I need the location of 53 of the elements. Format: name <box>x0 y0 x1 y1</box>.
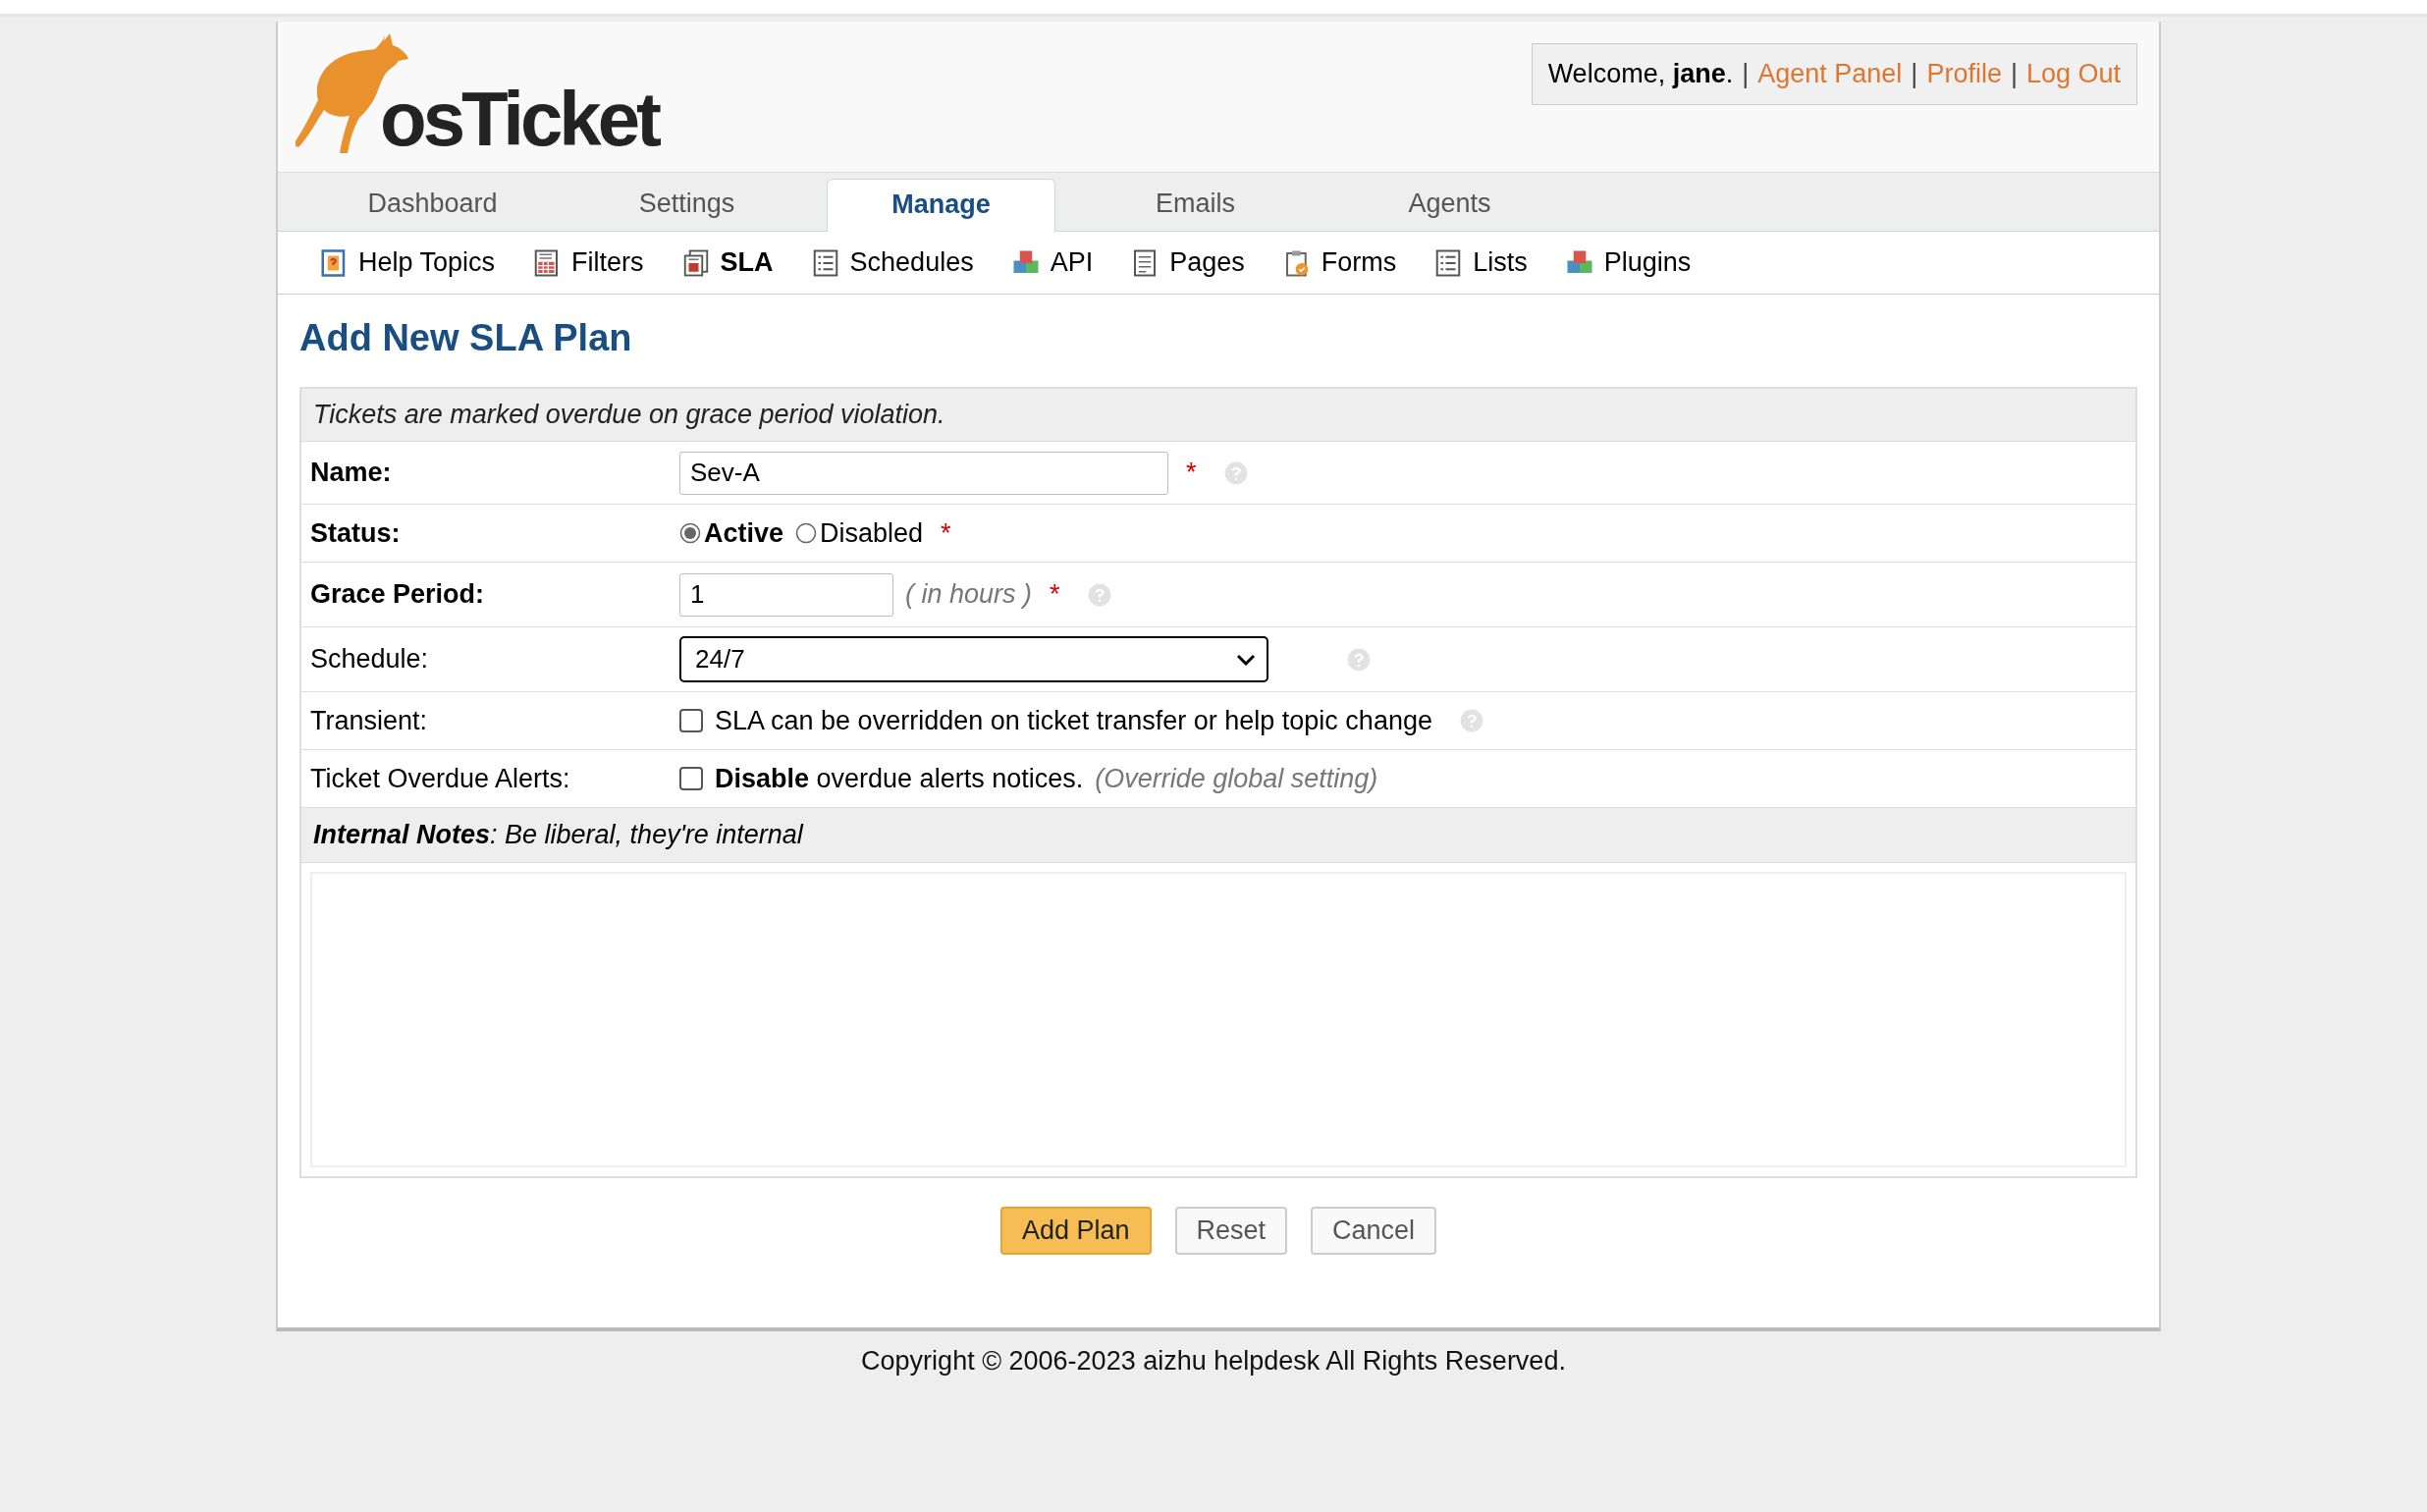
help-icon[interactable] <box>1347 647 1371 672</box>
help-icon[interactable] <box>1459 709 1483 732</box>
copyright-text: Copyright © 2006-2023 aizhu helpdesk All Rights Reserved. <box>860 1346 1567 1377</box>
form-notice: Tickets are marked overdue on grace period violation. <box>301 389 2135 442</box>
unit-hint: ( in hours ) <box>905 579 1033 610</box>
nav-tab[interactable]: Settings <box>560 173 814 231</box>
help-icon[interactable] <box>1087 582 1111 607</box>
checkbox[interactable] <box>679 709 703 732</box>
checkbox-label: Disable overdue alerts notices. <box>715 763 1084 794</box>
notes-header: Internal Notes: Be liberal, they're internal <box>301 808 2135 863</box>
checkbox-label: SLA can be overridden on ticket transfer or help topic change <box>715 705 1432 736</box>
nav-tab[interactable]: Manage <box>827 179 1055 232</box>
field-label: Grace Period: <box>309 579 486 610</box>
schedule-dropdown[interactable]: 24/7 <box>679 636 1268 682</box>
subnav-link[interactable]: Plugins <box>1603 247 1692 278</box>
name-field[interactable]: Sev-A <box>679 451 1168 495</box>
radio-button[interactable] <box>795 522 818 544</box>
nav-tab[interactable]: Dashboard <box>305 173 560 231</box>
subnav-link[interactable]: API <box>1050 247 1094 278</box>
subnav-link[interactable]: Help Topics <box>358 247 496 278</box>
separator: | <box>1911 59 1918 89</box>
form-button[interactable]: Reset <box>1174 1207 1288 1255</box>
subnav-link[interactable]: Pages <box>1169 247 1245 278</box>
grace-period-field[interactable]: 1 <box>679 572 893 617</box>
field-label: Transient: <box>309 705 429 736</box>
radio-button[interactable] <box>679 522 701 544</box>
subnav-link[interactable]: Filters <box>571 247 644 278</box>
checkbox[interactable] <box>679 767 703 790</box>
radio-label: Active <box>704 517 784 549</box>
radio-label: Disabled <box>820 517 924 549</box>
caret-icon <box>1235 652 1257 667</box>
welcome-text: Welcome, jane. <box>1547 59 1734 89</box>
field-label: Ticket Overdue Alerts: <box>309 763 571 794</box>
note-text: (Override global setting) <box>1095 763 1378 794</box>
separator: | <box>2010 59 2018 89</box>
field-label: Schedule: <box>309 644 430 675</box>
nav-tab[interactable]: Emails <box>1068 173 1322 231</box>
subnav-link[interactable]: SLA <box>720 247 774 278</box>
subnav-link[interactable]: Forms <box>1321 247 1397 278</box>
logo-text: osTicket <box>380 81 659 157</box>
form-button[interactable]: Cancel <box>1311 1207 1437 1255</box>
subnav-link[interactable]: Lists <box>1473 247 1528 278</box>
subnav-link[interactable]: Schedules <box>849 247 974 278</box>
required-mark: * <box>1050 579 1060 610</box>
required-mark: * <box>1186 458 1197 488</box>
required-mark: * <box>941 517 951 549</box>
help-icon[interactable] <box>1223 460 1248 485</box>
page-title: Add New SLA Plan <box>299 316 633 359</box>
separator: | <box>1742 59 1750 89</box>
form-button[interactable]: Add Plan <box>999 1207 1152 1255</box>
nav-tab[interactable]: Agents <box>1322 173 1577 231</box>
field-label: Name: <box>309 458 393 488</box>
field-label: Status: <box>309 517 402 549</box>
